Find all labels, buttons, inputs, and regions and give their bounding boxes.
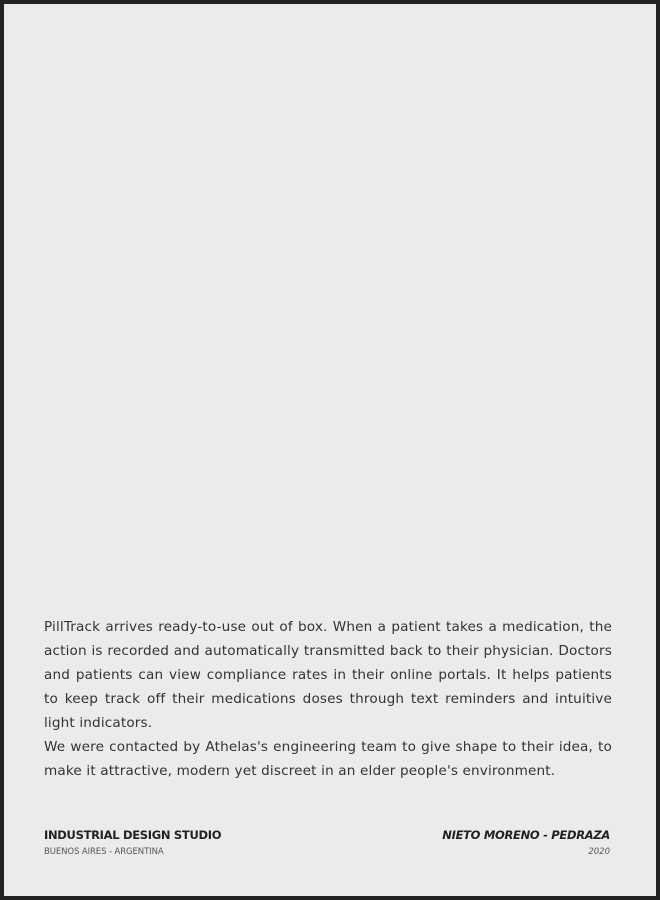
author-info: NIETO MORENO - PEDRAZA 2020: [442, 828, 610, 857]
studio-name: INDUSTRIAL DESIGN STUDIO: [44, 828, 222, 842]
document-page: PillTrack arrives ready-to-use out of bo…: [4, 4, 656, 896]
description-paragraph-1: PillTrack arrives ready-to-use out of bo…: [44, 619, 612, 731]
description-paragraph-2: We were contacted by Athelas's engineeri…: [44, 739, 612, 779]
studio-location: BUENOS AIRES - ARGENTINA: [44, 847, 164, 857]
studio-info: INDUSTRIAL DESIGN STUDIO BUENOS AIRES - …: [44, 828, 221, 857]
project-description: PillTrack arrives ready-to-use out of bo…: [44, 615, 612, 783]
project-year: 2020: [588, 847, 610, 857]
author-names: NIETO MORENO - PEDRAZA: [442, 828, 610, 842]
